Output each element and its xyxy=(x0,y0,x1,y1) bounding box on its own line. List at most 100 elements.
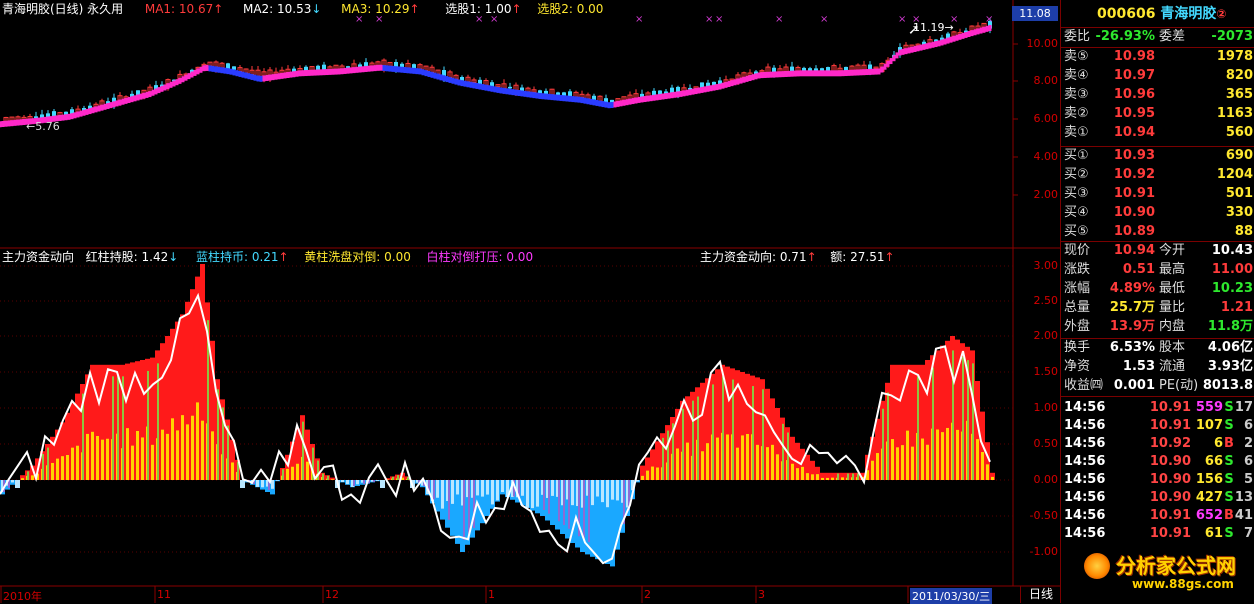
yellow-bar xyxy=(126,428,129,480)
purple-bar xyxy=(568,480,570,529)
green-bar xyxy=(882,408,884,480)
cursor-pointer-icon: ➚ xyxy=(908,22,920,38)
light-blue-bar xyxy=(601,480,604,503)
quote-panel: 000606 青海明胶② 委比 -26.93% 委差 -2073 卖⑤ 10.98… xyxy=(1060,0,1254,603)
bid-volume: 690 xyxy=(1225,148,1253,163)
yellow-bar xyxy=(196,402,199,480)
weibi-value: -26.93% xyxy=(1095,29,1155,44)
green-bar xyxy=(722,376,724,480)
bid-level-label: 买④ xyxy=(1064,205,1089,220)
yellow-bar xyxy=(891,439,894,480)
stat-value: 13.9万 xyxy=(1109,319,1155,334)
weicha-value: -2073 xyxy=(1211,29,1253,44)
light-blue-bar xyxy=(571,480,574,506)
yellow-bar xyxy=(86,433,89,480)
indicator-axis-label: 1.50 xyxy=(1033,365,1059,378)
tick-price: 10.90 xyxy=(1149,490,1191,505)
green-bar xyxy=(282,469,284,480)
signal-marker: × xyxy=(898,14,906,25)
ask-level-label: 卖③ xyxy=(1064,87,1089,102)
purple-bar xyxy=(563,480,565,525)
period-tab-daily[interactable]: 日线 xyxy=(1020,586,1061,603)
moving-average-band xyxy=(0,25,992,128)
weicha-label: 委差 xyxy=(1159,29,1186,44)
bid-price: 10.92 xyxy=(1113,167,1155,182)
light-blue-bar xyxy=(521,480,524,496)
light-blue-bar xyxy=(341,480,344,483)
tick-time: 14:56 xyxy=(1064,418,1106,433)
green-bar xyxy=(752,386,754,480)
light-blue-bar xyxy=(501,480,504,493)
purple-bar xyxy=(373,480,375,482)
tick-volume: 6 xyxy=(1213,436,1223,451)
tick-side: B xyxy=(1224,436,1234,451)
green-bar xyxy=(917,376,919,480)
tick-price: 10.91 xyxy=(1149,418,1191,433)
yellow-bar xyxy=(231,462,234,480)
light-blue-bar xyxy=(276,480,279,481)
green-bar xyxy=(42,454,44,480)
yellow-bar xyxy=(986,464,989,480)
light-blue-bar xyxy=(15,480,20,488)
yellow-bar xyxy=(816,474,819,480)
yellow-bar xyxy=(131,445,134,480)
candle-body xyxy=(508,86,512,89)
stat-label: 最高 xyxy=(1159,262,1186,277)
tick-time: 14:56 xyxy=(1064,400,1106,415)
ask-price: 10.95 xyxy=(1113,106,1155,121)
ask-level-label: 卖⑤ xyxy=(1064,49,1089,64)
stat-value: 10.94 xyxy=(1113,243,1155,258)
tick-count: 7 xyxy=(1243,526,1253,541)
yellow-bar xyxy=(701,451,704,480)
green-bar xyxy=(847,473,849,480)
yellow-bar xyxy=(191,415,194,480)
yellow-bar xyxy=(896,447,899,480)
date-axis-label: 2011/03/30/三 xyxy=(910,588,993,604)
yellow-bar xyxy=(171,418,174,480)
signal-marker: × xyxy=(705,14,713,25)
blue-bar-arrow: ↑ xyxy=(278,250,289,264)
date-axis-label: 1 xyxy=(488,588,495,601)
yellow-bar xyxy=(796,468,799,480)
yellow-bar xyxy=(956,429,959,480)
yellow-bar xyxy=(936,429,939,480)
tick-count: 17 xyxy=(1234,400,1253,415)
light-blue-bar xyxy=(491,480,494,505)
tick-price: 10.92 xyxy=(1149,436,1191,451)
current-price-tag: 11.08 xyxy=(1012,6,1058,21)
red-bar-arrow: ↓ xyxy=(168,250,179,264)
stat-label: 最低 xyxy=(1159,281,1186,296)
fundamental-label: 流通 xyxy=(1159,359,1186,374)
green-bar xyxy=(697,396,699,480)
indicator-axis-label: 3.00 xyxy=(1033,259,1059,272)
purple-bar xyxy=(583,480,585,540)
light-blue-bar xyxy=(380,480,385,488)
green-bar xyxy=(787,432,789,480)
stat-label: 今开 xyxy=(1159,243,1186,258)
date-axis-label: 2010年 xyxy=(3,590,42,603)
bid-price: 10.93 xyxy=(1113,148,1155,163)
light-blue-bar xyxy=(441,480,444,509)
stock-code: 000606 xyxy=(1097,6,1156,22)
light-blue-bar xyxy=(606,480,609,508)
yellow-bar xyxy=(791,463,794,480)
order-ratio-row: 委比 -26.93% 委差 -2073 xyxy=(1061,28,1254,46)
tick-time: 14:56 xyxy=(1064,454,1106,469)
signal-marker: × xyxy=(985,14,993,25)
amount-label: 额: 27.51 xyxy=(830,250,885,264)
pick2-label: 选股2: 0.00 xyxy=(537,2,604,16)
yellow-bar xyxy=(331,479,334,480)
green-bar xyxy=(112,376,114,480)
green-bar xyxy=(952,350,954,480)
candle-body xyxy=(556,92,560,95)
yellow-bar xyxy=(871,460,874,480)
ask-price: 10.98 xyxy=(1113,49,1155,64)
bid-level-label: 买③ xyxy=(1064,186,1089,201)
fundamental-label: 净资 xyxy=(1064,359,1091,374)
price-axis-label: 6.00 xyxy=(1033,112,1059,125)
tick-volume: 156 xyxy=(1195,472,1223,487)
chart-canvas[interactable]: × × × × × × × × × × × × × xyxy=(0,0,1060,603)
light-blue-bar xyxy=(476,480,479,496)
ask-level-label: 卖④ xyxy=(1064,68,1089,83)
ask-row: 卖④ 10.97 820 xyxy=(1061,67,1254,85)
